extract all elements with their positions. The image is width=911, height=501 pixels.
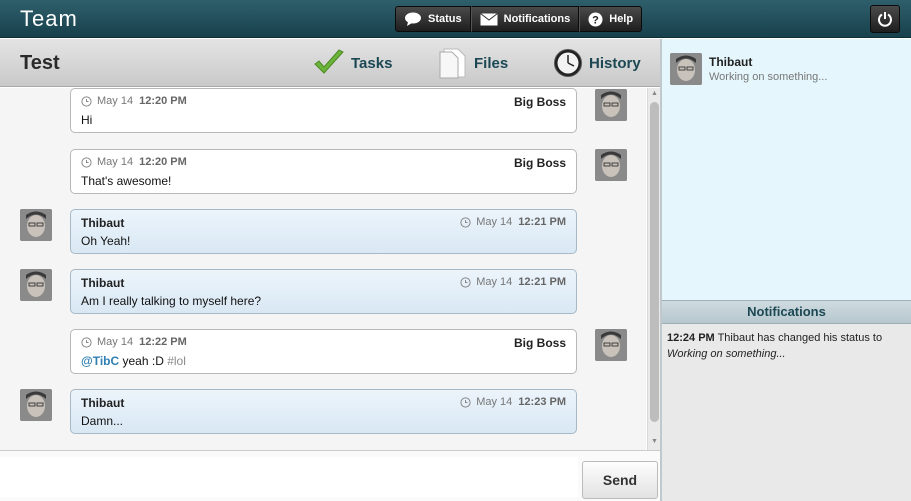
message-time: 12:20 PM <box>139 95 187 107</box>
clock-icon <box>460 276 471 288</box>
notifications-list: 12:24 PM Thibaut has changed his status … <box>662 324 911 501</box>
files-icon <box>439 48 466 79</box>
message-time: 12:21 PM <box>518 276 566 288</box>
tab-history-label: History <box>589 54 641 72</box>
user-list: Thibaut Working on something... <box>662 39 911 300</box>
svg-text:?: ? <box>592 14 599 26</box>
hashtag-link[interactable]: #lol <box>167 354 186 368</box>
user-status: Working on something... <box>709 71 828 83</box>
top-bar: Team Status Notifications ? Help <box>0 0 911 38</box>
avatar[interactable] <box>595 89 627 121</box>
help-icon: ? <box>588 12 603 26</box>
message-date: May 14 <box>476 396 513 408</box>
message-timestamp: May 14 12:21 PM <box>460 276 566 288</box>
checkmark-icon <box>314 49 344 74</box>
message-timestamp: May 14 12:23 PM <box>460 396 566 408</box>
notification-status: Working on something... <box>667 348 786 360</box>
message-bubble: May 14 12:20 PM Big Boss Hi <box>70 88 577 133</box>
status-button[interactable]: Status <box>395 6 471 32</box>
speech-bubble-icon <box>405 12 421 26</box>
message-input[interactable] <box>0 457 578 497</box>
message-scrollbar[interactable]: ▲ ▼ <box>647 88 660 450</box>
user-name: Thibaut <box>709 55 753 69</box>
message-text: Damn... <box>81 414 124 428</box>
message-author: Thibaut <box>81 216 125 230</box>
message-bubble: May 14 12:20 PM Big Boss That's awesome! <box>70 149 577 194</box>
avatar <box>670 53 702 85</box>
clock-icon <box>460 396 471 408</box>
message-author: Big Boss <box>513 336 566 350</box>
notification-time: 12:24 PM <box>667 332 715 344</box>
tab-files-label: Files <box>474 54 509 72</box>
clock-icon <box>460 216 471 228</box>
message-timestamp: May 14 12:21 PM <box>460 216 566 228</box>
tab-history[interactable]: History <box>553 47 641 79</box>
message-list: May 14 12:20 PM Big Boss Hi May 14 12:20 P… <box>0 88 646 450</box>
clock-icon <box>81 156 92 168</box>
message-author: Big Boss <box>513 156 566 170</box>
notifications-button-label: Notifications <box>503 13 571 25</box>
scroll-up-icon[interactable]: ▲ <box>651 90 658 97</box>
envelope-icon <box>479 12 498 25</box>
message-date: May 14 <box>97 336 134 348</box>
message-date: May 14 <box>476 276 513 288</box>
message-text: Am I really talking to myself here? <box>81 294 262 308</box>
power-icon <box>878 12 892 27</box>
message-time: 12:21 PM <box>518 216 566 228</box>
avatar[interactable] <box>595 329 627 361</box>
notifications-button[interactable]: Notifications <box>470 6 580 32</box>
room-header: Test Tasks Files History <box>0 39 660 87</box>
message-text: Oh Yeah! <box>81 234 131 248</box>
message-bubble: May 14 12:22 PM Big Boss @TibC yeah :D #l… <box>70 329 577 374</box>
clock-icon <box>81 336 92 348</box>
tab-files[interactable]: Files <box>438 47 508 79</box>
avatar[interactable] <box>20 209 52 241</box>
message-date: May 14 <box>97 156 134 168</box>
clock-icon <box>554 49 582 77</box>
notifications-header: Notifications <box>662 300 911 324</box>
message-timestamp: May 14 12:20 PM <box>81 156 187 168</box>
message-text: @TibC yeah :D #lol <box>81 354 186 368</box>
notification-item: 12:24 PM Thibaut has changed his status … <box>667 330 905 362</box>
scroll-thumb[interactable] <box>650 102 659 422</box>
notification-text: Thibaut has changed his status to <box>717 332 883 344</box>
message-bubble: Thibaut May 14 12:21 PM Oh Yeah! <box>70 209 577 254</box>
message-date: May 14 <box>476 216 513 228</box>
message-author: Thibaut <box>81 276 125 290</box>
message-timestamp: May 14 12:20 PM <box>81 95 187 107</box>
top-nav: Status Notifications ? Help <box>395 6 643 32</box>
message-author: Thibaut <box>81 396 125 410</box>
message-text: Hi <box>81 113 93 127</box>
tab-tasks[interactable]: Tasks <box>313 47 392 79</box>
power-button[interactable] <box>870 5 900 33</box>
send-button[interactable]: Send <box>582 461 658 499</box>
tab-tasks-label: Tasks <box>351 54 393 72</box>
app-title: Team <box>20 6 78 31</box>
scroll-down-icon[interactable]: ▼ <box>651 438 658 445</box>
message-time: 12:23 PM <box>518 396 566 408</box>
message-time: 12:22 PM <box>139 336 187 348</box>
message-text: That's awesome! <box>81 174 172 188</box>
avatar[interactable] <box>20 269 52 301</box>
room-title: Test <box>20 52 60 74</box>
clock-icon <box>81 95 92 107</box>
message-timestamp: May 14 12:22 PM <box>81 336 187 348</box>
help-button[interactable]: ? Help <box>579 6 643 32</box>
composer <box>0 450 660 501</box>
message-time: 12:20 PM <box>139 156 187 168</box>
message-author: Big Boss <box>513 95 566 109</box>
avatar[interactable] <box>20 389 52 421</box>
help-button-label: Help <box>609 13 634 25</box>
avatar[interactable] <box>595 149 627 181</box>
mention-link[interactable]: @TibC <box>81 354 119 368</box>
message-date: May 14 <box>97 95 134 107</box>
status-button-label: Status <box>428 13 462 25</box>
message-bubble: Thibaut May 14 12:23 PM Damn... <box>70 389 577 434</box>
message-text-body: yeah :D <box>122 354 164 368</box>
message-bubble: Thibaut May 14 12:21 PM Am I really talki… <box>70 269 577 314</box>
